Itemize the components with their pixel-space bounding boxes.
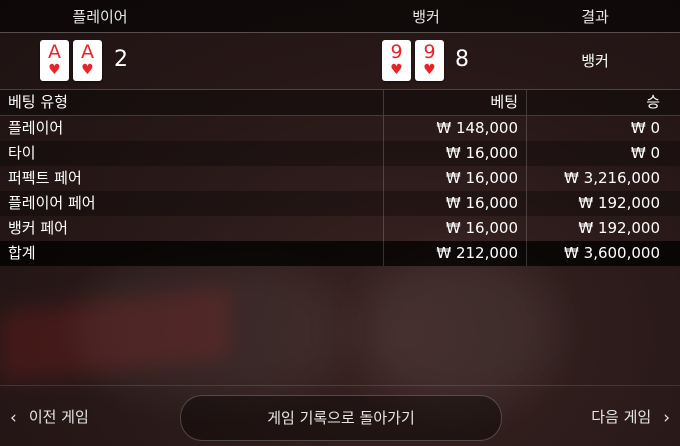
column-divider: [383, 141, 384, 166]
player-score: 2: [114, 47, 128, 72]
bet-type: 타이: [8, 144, 36, 162]
background-blur: [80, 260, 340, 400]
banker-score: 8: [455, 47, 469, 72]
heart-suit-icon: ♥: [81, 62, 94, 78]
hands-row: A ♥ A ♥ 2 9 ♥ 9 ♥ 8 뱅커: [0, 33, 680, 89]
heart-suit-icon: ♥: [423, 62, 436, 78]
column-divider: [526, 191, 527, 216]
result-value: 뱅커: [581, 52, 609, 70]
table-header-row: 베팅 유형 베팅 승: [0, 89, 680, 116]
banker-card-2: 9 ♥: [415, 40, 444, 81]
bet-amount: ₩ 16,000: [445, 194, 518, 212]
bet-type: 뱅커 페어: [8, 219, 68, 237]
column-divider: [526, 116, 527, 141]
previous-game-label: 이전 게임: [28, 408, 89, 426]
bet-amount: ₩ 16,000: [445, 144, 518, 162]
win-amount: ₩ 192,000: [578, 194, 660, 212]
win-amount: ₩ 0: [630, 119, 660, 137]
win-amount: ₩ 0: [630, 144, 660, 162]
column-divider: [383, 216, 384, 241]
win-amount: ₩ 192,000: [578, 219, 660, 237]
banker-card-1: 9 ♥: [382, 40, 411, 81]
column-divider: [526, 90, 527, 115]
total-label: 합계: [8, 244, 36, 262]
column-header-bar: 플레이어 뱅커 결과: [0, 0, 680, 32]
bet-amount: ₩ 16,000: [445, 169, 518, 187]
column-divider: [383, 166, 384, 191]
column-divider: [526, 166, 527, 191]
column-divider: [383, 90, 384, 115]
banker-column-header: 뱅커: [412, 8, 440, 26]
player-card-2: A ♥: [73, 40, 102, 81]
bet-amount: ₩ 16,000: [445, 219, 518, 237]
bet-header: 베팅: [490, 93, 518, 111]
bet-type: 플레이어: [8, 119, 64, 137]
result-column-header: 결과: [581, 8, 609, 26]
bet-type: 플레이어 페어: [8, 194, 96, 212]
column-divider: [383, 241, 384, 266]
column-divider: [526, 241, 527, 266]
total-bet: ₩ 212,000: [436, 244, 518, 262]
back-to-history-button[interactable]: 게임 기록으로 돌아가기: [180, 395, 502, 441]
heart-suit-icon: ♥: [48, 62, 61, 78]
column-divider: [383, 191, 384, 216]
total-win: ₩ 3,600,000: [564, 244, 660, 262]
column-divider: [383, 116, 384, 141]
next-game-label: 다음 게임: [591, 408, 652, 426]
heart-suit-icon: ♥: [390, 62, 403, 78]
table-row: 플레이어 ₩ 148,000 ₩ 0: [0, 116, 680, 141]
player-card-1: A ♥: [40, 40, 69, 81]
previous-game-button[interactable]: ‹ 이전 게임: [10, 406, 89, 428]
column-divider: [526, 216, 527, 241]
win-amount: ₩ 3,216,000: [564, 169, 660, 187]
table-row: 퍼펙트 페어 ₩ 16,000 ₩ 3,216,000: [0, 166, 680, 191]
column-divider: [526, 141, 527, 166]
bet-amount: ₩ 148,000: [436, 119, 518, 137]
background-blur: [360, 250, 560, 410]
bet-type: 퍼펙트 페어: [8, 169, 82, 187]
next-game-button[interactable]: 다음 게임 ›: [591, 406, 670, 428]
table-row: 뱅커 페어 ₩ 16,000 ₩ 192,000: [0, 216, 680, 241]
chevron-right-icon: ›: [663, 408, 670, 428]
bet-type-header: 베팅 유형: [8, 93, 68, 111]
bet-table: 베팅 유형 베팅 승 플레이어 ₩ 148,000 ₩ 0 타이 ₩ 16,00…: [0, 89, 680, 266]
table-row: 타이 ₩ 16,000 ₩ 0: [0, 141, 680, 166]
table-row: 플레이어 페어 ₩ 16,000 ₩ 192,000: [0, 191, 680, 216]
win-header: 승: [646, 93, 660, 111]
footer-divider: [0, 385, 680, 386]
table-total-row: 합계 ₩ 212,000 ₩ 3,600,000: [0, 241, 680, 266]
chevron-left-icon: ‹: [10, 408, 17, 428]
player-column-header: 플레이어: [72, 8, 128, 26]
